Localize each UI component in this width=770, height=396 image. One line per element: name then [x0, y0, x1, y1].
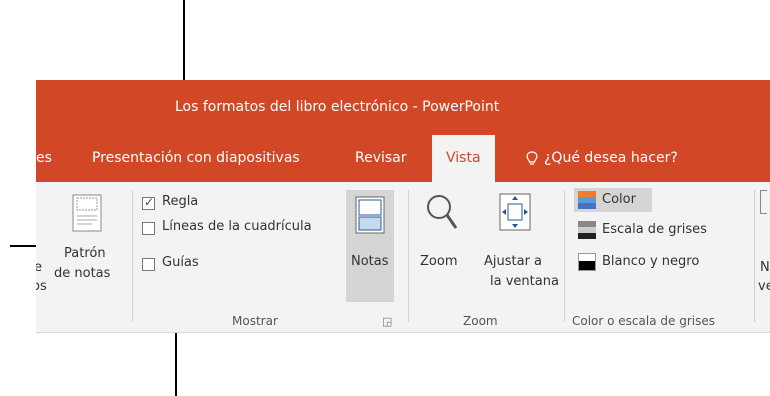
fit-label-1: Ajustar a [484, 254, 543, 269]
group-separator [754, 190, 755, 322]
fit-label-2: la ventana [490, 274, 559, 289]
gridlines-label: Líneas de la cuadrícula [162, 219, 312, 234]
fit-to-window-icon [499, 193, 531, 231]
tab-slideshow[interactable]: Presentación con diapositivas [92, 135, 300, 182]
ruler-label: Regla [162, 194, 199, 209]
gridlines-check [142, 222, 155, 235]
partial-right-1: N [760, 260, 770, 275]
zoom-button[interactable]: Zoom [418, 190, 468, 302]
title-bar: Los formatos del libro electrónico - Pow… [36, 80, 770, 135]
color-swatch-icon [578, 191, 596, 209]
ribbon-view: e os Patrón de notas ✓ Regla Líneas de l… [36, 182, 770, 333]
powerpoint-window: Los formatos del libro electrónico - Pow… [36, 80, 770, 340]
tell-me-label: ¿Qué desea hacer? [544, 150, 678, 166]
notes-master-icon [72, 194, 102, 232]
lightbulb-icon [526, 150, 538, 165]
black-white-button[interactable]: Blanco y negro [574, 250, 754, 274]
guides-label: Guías [162, 255, 199, 270]
grayscale-button[interactable]: Escala de grises [574, 218, 754, 242]
notes-master-button[interactable]: Patrón de notas [54, 190, 128, 302]
group-separator [408, 190, 409, 322]
color-label: Color [602, 192, 636, 207]
color-button[interactable]: Color [574, 188, 652, 212]
window-title: Los formatos del libro electrónico - Pow… [175, 99, 500, 115]
dialog-launcher-icon[interactable]: ◲ [382, 315, 392, 328]
group-separator [564, 190, 565, 322]
notes-label: Notas [351, 254, 389, 269]
notes-master-label-1: Patrón [64, 246, 106, 261]
partial-text-1: e [36, 260, 42, 275]
partial-text-2: os [36, 279, 47, 294]
grayscale-swatch-icon [578, 221, 596, 239]
ruler-check: ✓ [142, 195, 155, 210]
partial-window-icon [760, 190, 767, 214]
guides-check [142, 258, 155, 271]
show-group-label: Mostrar [232, 314, 278, 328]
group-separator [132, 190, 133, 322]
magnifier-icon [427, 195, 458, 229]
zoom-group-label: Zoom [463, 314, 498, 328]
fit-to-window-button[interactable]: Ajustar a la ventana [478, 190, 559, 302]
notes-button[interactable]: Notas [346, 190, 394, 302]
zoom-label: Zoom [420, 254, 458, 269]
color-group-label: Color o escala de grises [572, 314, 715, 328]
grayscale-label: Escala de grises [602, 222, 707, 237]
tab-view[interactable]: Vista [432, 135, 495, 182]
notes-master-label-2: de notas [54, 266, 111, 281]
notes-icon [355, 196, 385, 234]
partial-right-2: ve [758, 279, 770, 294]
tab-partial[interactable]: es [36, 135, 52, 182]
black-white-swatch-icon [578, 253, 596, 271]
ribbon-tabs: es Presentación con diapositivas Revisar… [36, 135, 770, 182]
tab-review[interactable]: Revisar [355, 135, 407, 182]
black-white-label: Blanco y negro [602, 254, 700, 269]
tell-me-box[interactable]: ¿Qué desea hacer? [526, 135, 678, 182]
